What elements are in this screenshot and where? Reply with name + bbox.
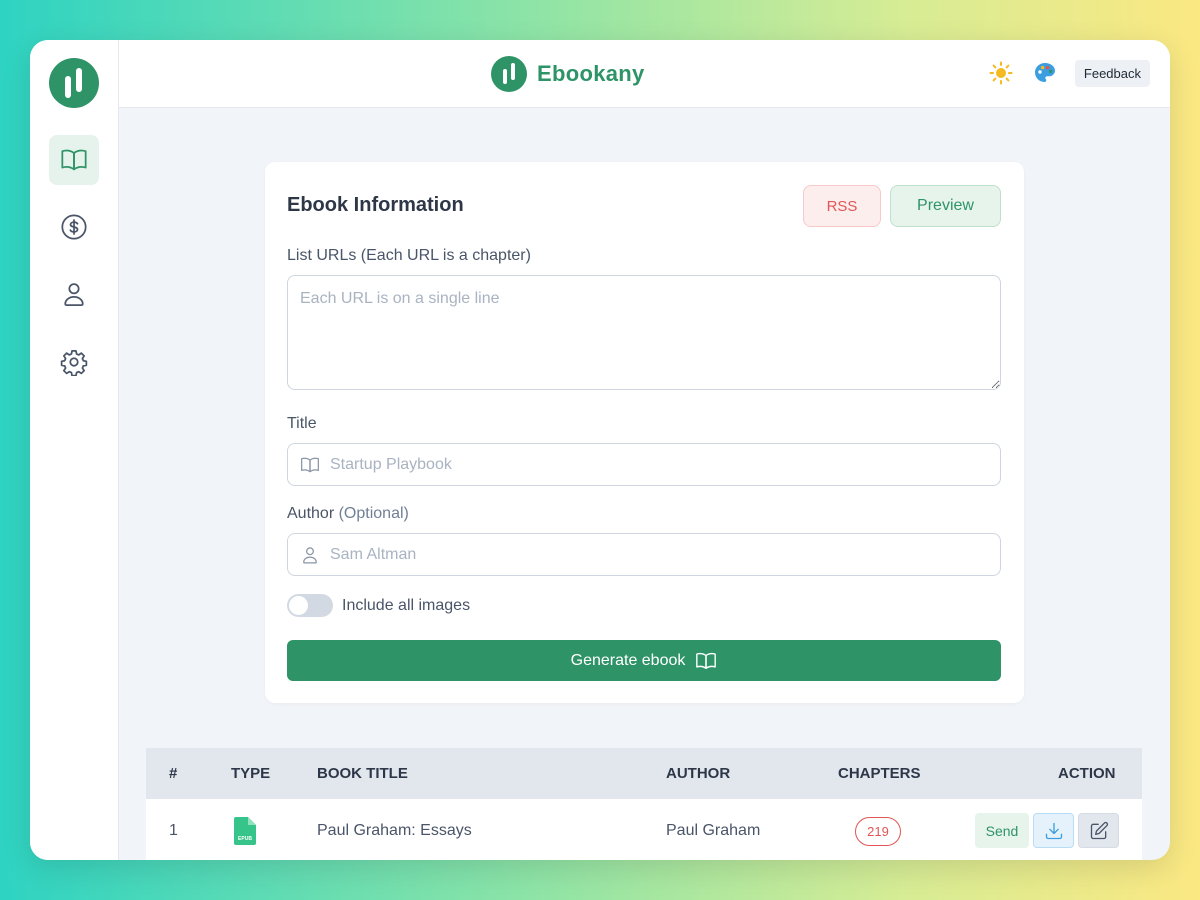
header-action: ACTION <box>1058 765 1116 782</box>
palette-icon <box>1034 63 1055 82</box>
sidebar-item-settings[interactable] <box>49 337 99 387</box>
brand-logo <box>491 56 527 92</box>
ebook-info-card: Ebook Information RSS Preview List URLs … <box>265 162 1024 703</box>
preview-button[interactable]: Preview <box>890 185 1001 227</box>
header-title: BOOK TITLE <box>317 765 408 782</box>
title-field[interactable] <box>287 443 1001 486</box>
row-author: Paul Graham <box>666 822 761 839</box>
author-input[interactable] <box>330 545 980 564</box>
header-chapters: CHAPTERS <box>838 765 921 782</box>
row-book-title[interactable]: Paul Graham: Essays <box>317 822 472 840</box>
feedback-button[interactable]: Feedback <box>1074 59 1150 87</box>
table-header: # TYPE BOOK TITLE AUTHOR CHAPTERS ACTION <box>146 748 1142 799</box>
user-icon <box>303 546 317 564</box>
author-optional-text: (Optional) <box>338 505 409 522</box>
author-label: Author (Optional) <box>287 505 409 523</box>
epub-file-icon: EPUB <box>234 817 256 845</box>
urls-textarea[interactable] <box>287 275 1001 390</box>
edit-icon <box>1090 821 1108 839</box>
rss-button[interactable]: RSS <box>803 185 881 227</box>
generate-ebook-button[interactable]: Generate ebook <box>287 640 1001 681</box>
download-icon <box>1045 822 1062 839</box>
include-images-row: Include all images <box>287 594 470 617</box>
row-num: 1 <box>169 822 178 839</box>
app-window: Ebookany Feedback Ebook Information RSS … <box>30 40 1170 860</box>
generate-ebook-label: Generate ebook <box>570 651 686 669</box>
sidebar <box>30 40 119 860</box>
dollar-circle-icon <box>61 214 87 240</box>
header-type: TYPE <box>231 765 271 782</box>
sidebar-item-pricing[interactable] <box>49 202 99 252</box>
sidebar-item-library[interactable] <box>49 135 99 185</box>
title-label: Title <box>287 415 317 432</box>
send-button[interactable]: Send <box>975 813 1029 848</box>
download-button[interactable] <box>1033 813 1074 848</box>
header-num: # <box>169 765 178 782</box>
author-field[interactable] <box>287 533 1001 576</box>
epub-type-label: EPUB <box>238 836 252 842</box>
urls-label: List URLs (Each URL is a chapter) <box>287 247 531 264</box>
include-images-toggle[interactable] <box>287 594 333 617</box>
table-row[interactable]: 1 EPUB Paul Graham: Essays Paul Graham 2… <box>146 799 1142 860</box>
color-palette-button[interactable] <box>1031 59 1059 87</box>
brand-name: Ebookany <box>537 61 645 86</box>
book-open-icon <box>301 457 319 472</box>
author-label-text: Author <box>287 505 335 522</box>
gear-icon <box>60 350 88 376</box>
book-open-icon <box>696 652 717 669</box>
include-images-label: Include all images <box>342 596 471 614</box>
brand[interactable]: Ebookany <box>491 56 645 92</box>
card-title: Ebook Information <box>287 194 464 216</box>
toggle-knob <box>289 596 308 615</box>
edit-button[interactable] <box>1078 813 1119 848</box>
top-actions: Feedback <box>987 59 1150 87</box>
chapters-badge: 219 <box>855 817 901 846</box>
sidebar-item-account[interactable] <box>49 269 99 319</box>
title-input[interactable] <box>330 455 980 474</box>
topbar: Ebookany Feedback <box>119 40 1170 108</box>
user-icon <box>64 283 84 306</box>
sun-icon <box>989 61 1013 85</box>
theme-toggle-button[interactable] <box>987 59 1015 87</box>
book-open-icon <box>61 149 87 171</box>
header-author: AUTHOR <box>666 765 731 782</box>
app-logo[interactable] <box>49 58 99 108</box>
ebooks-table: # TYPE BOOK TITLE AUTHOR CHAPTERS ACTION… <box>146 748 1142 860</box>
